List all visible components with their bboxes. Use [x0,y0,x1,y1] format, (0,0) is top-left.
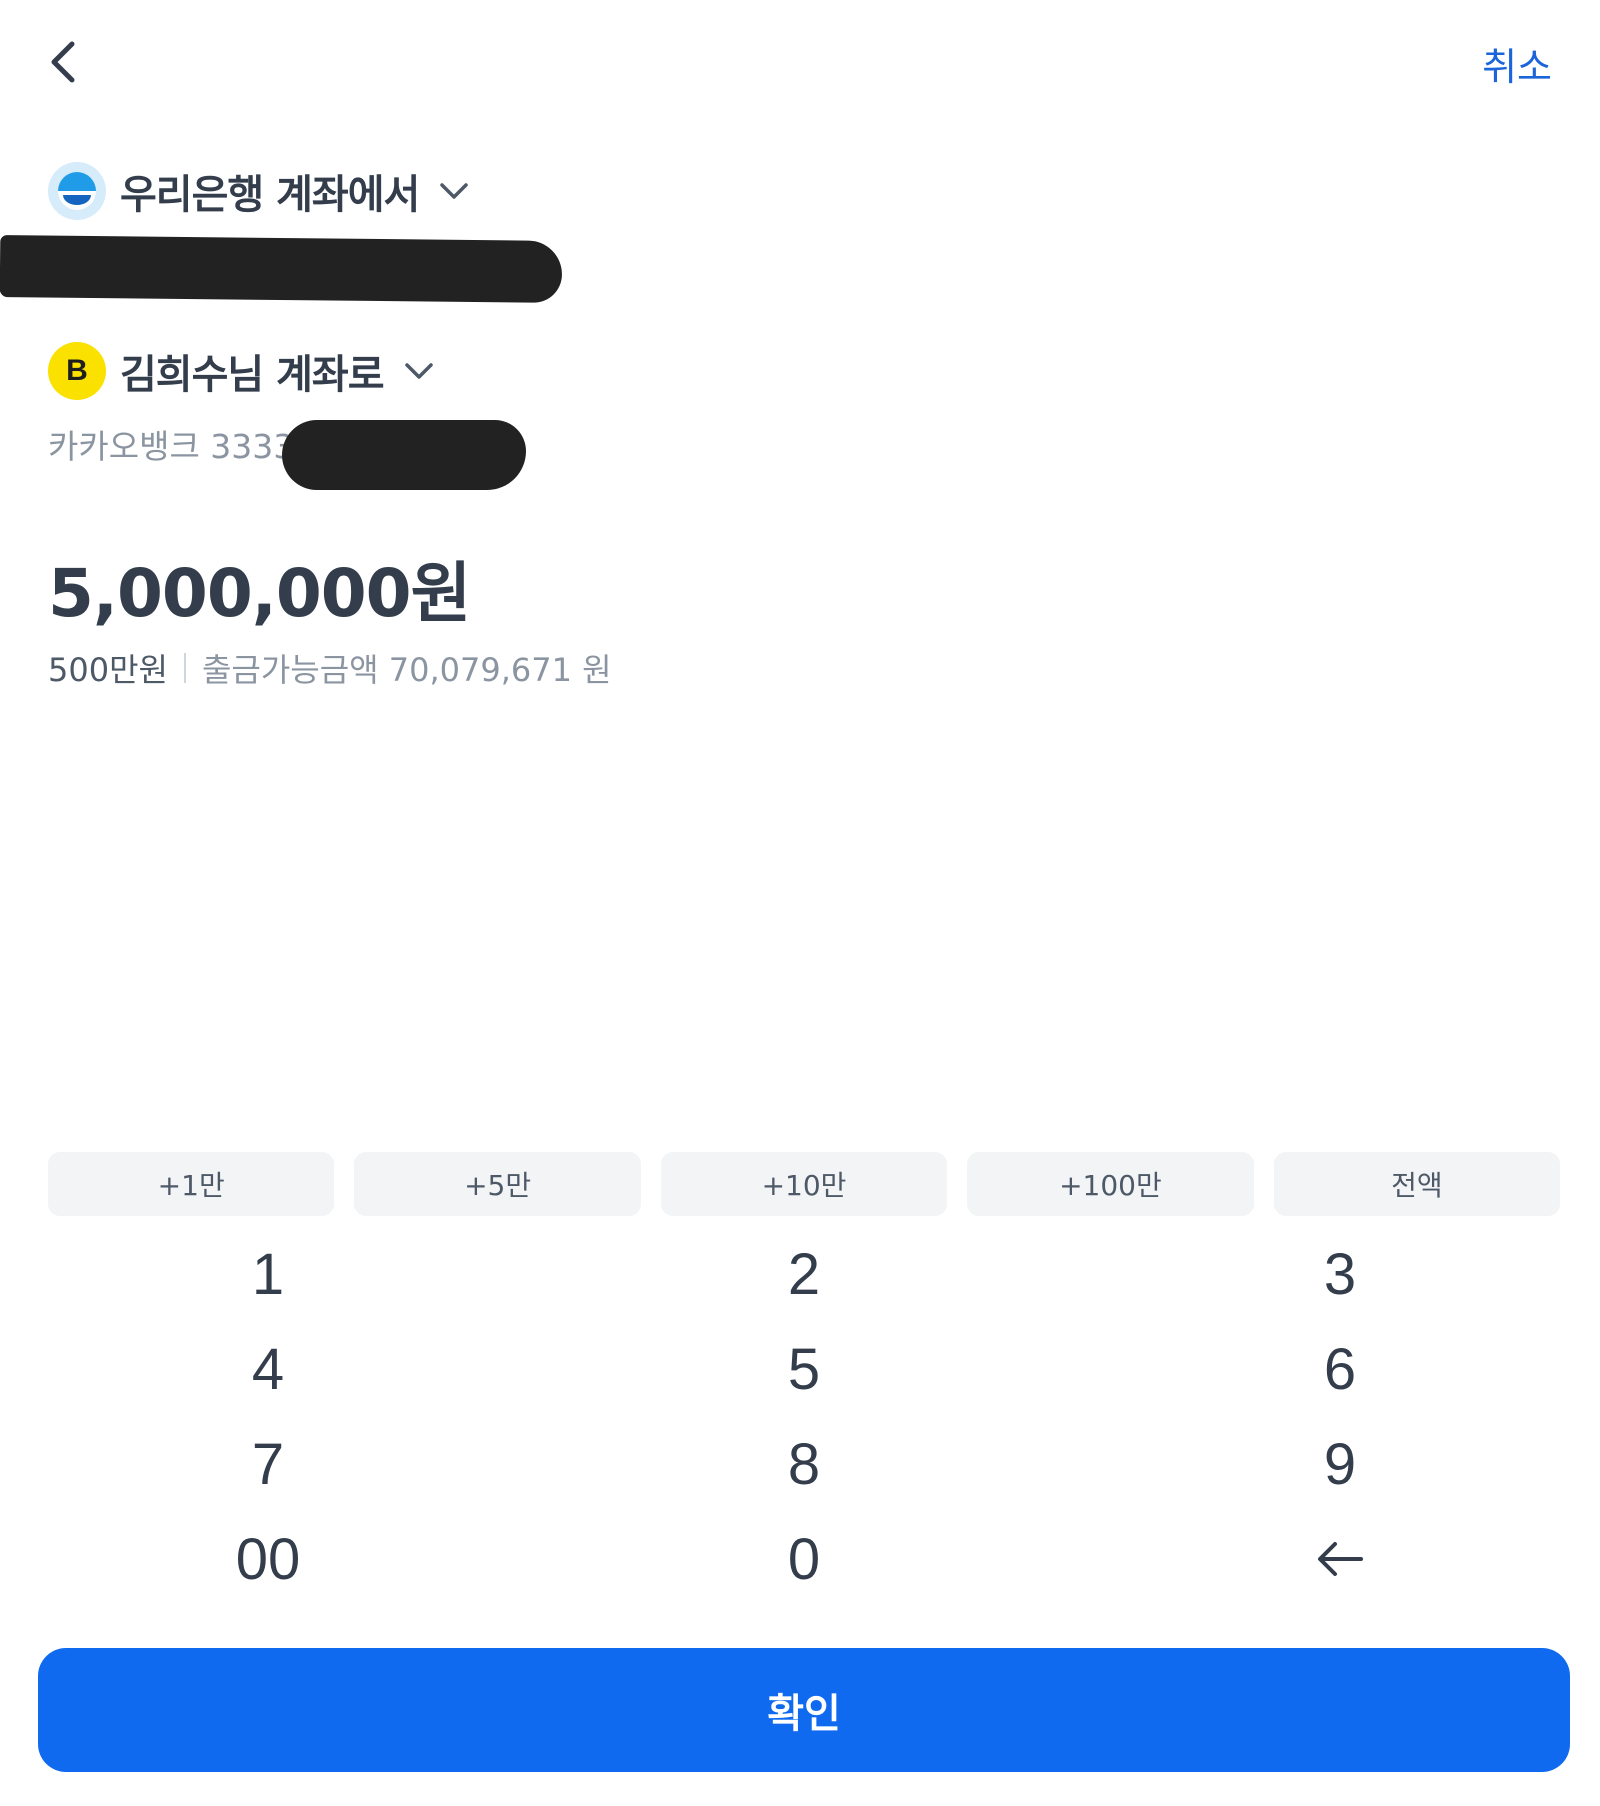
cancel-button[interactable]: 취소 [1482,36,1552,91]
divider [183,653,186,683]
to-account-number: 카카오뱅크 3333 [48,427,295,466]
keypad-1[interactable]: 1 [118,1228,418,1320]
add-50k-button[interactable]: +5만 [354,1152,641,1216]
chevron-left-icon [51,41,75,83]
full-amount-button[interactable]: 전액 [1273,1152,1561,1216]
keypad-4[interactable]: 4 [118,1323,418,1415]
add-100k-button[interactable]: +10만 [660,1152,948,1216]
keypad-5[interactable]: 5 [654,1323,954,1415]
keypad-00[interactable]: 00 [118,1513,418,1605]
keypad-backspace[interactable] [1190,1513,1490,1605]
amount-in-korean: 500만원 [48,651,168,689]
back-button[interactable] [44,36,84,88]
woori-bank-logo-icon [48,162,106,220]
available-balance: 출금가능금액 70,079,671 원 [201,651,612,689]
add-10k-button[interactable]: +1만 [48,1152,335,1216]
confirm-button[interactable]: 확인 [38,1648,1570,1772]
from-account-selector[interactable]: 우리은행 계좌에서 [48,161,471,221]
chevron-down-icon [440,183,469,199]
chevron-down-icon [404,363,433,379]
keypad-8[interactable]: 8 [654,1418,954,1510]
quick-amount-buttons: +1만 +5만 +10만 +100만 전액 [48,1152,1561,1216]
to-account-title: 김희수님 계좌로 [120,352,385,398]
to-account-selector[interactable]: B 김희수님 계좌로 [48,341,436,401]
keypad-2[interactable]: 2 [654,1228,954,1320]
add-1m-button[interactable]: +100만 [967,1152,1254,1216]
amount-info: 500만원 출금가능금액 70,079,671 원 [48,645,612,691]
transfer-amount: 5,000,000원 [48,555,471,632]
redacted-account-number [0,235,563,303]
from-account-title: 우리은행 계좌에서 [120,172,420,218]
keypad-7[interactable]: 7 [118,1418,418,1510]
redacted-account-number [282,420,526,490]
keypad-3[interactable]: 3 [1190,1228,1490,1320]
kakaobank-logo-icon: B [48,342,106,400]
arrow-left-icon [1318,1542,1363,1576]
keypad-0[interactable]: 0 [654,1513,954,1605]
keypad-9[interactable]: 9 [1190,1418,1490,1510]
keypad-6[interactable]: 6 [1190,1323,1490,1415]
